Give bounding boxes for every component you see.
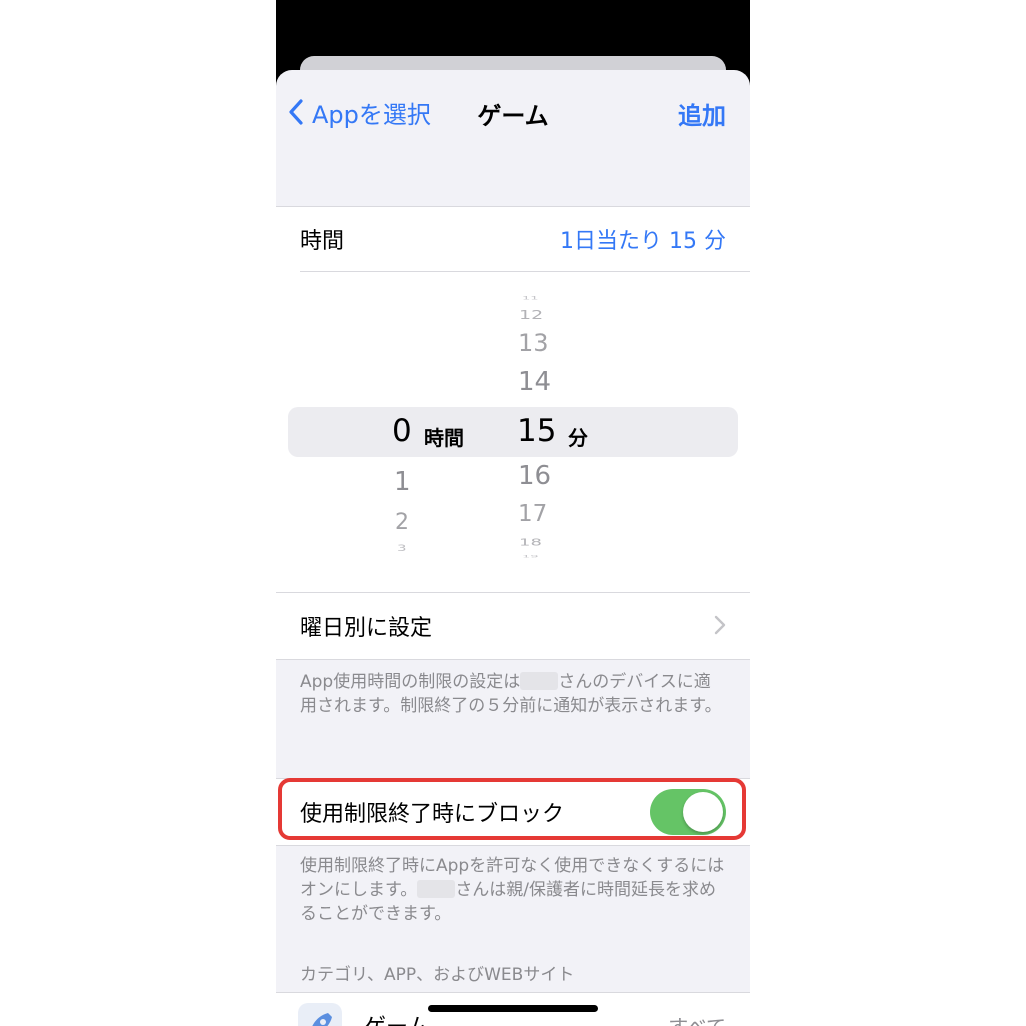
time-value: 1日当たり 15 分 bbox=[560, 229, 726, 254]
phone-screen: Appを選択 ゲーム 追加 時間 1日当たり 15 分 0 時間 1 2 3 1… bbox=[276, 0, 750, 1026]
minutes-value-selected[interactable]: 15 bbox=[517, 413, 556, 449]
weekday-label: 曜日別に設定 bbox=[300, 616, 433, 641]
limit-footnote: App使用時間の制限の設定は さんのデバイスに適用されます。制限終了の５分前に通知… bbox=[300, 670, 726, 718]
minutes-value[interactable]: 16 bbox=[518, 461, 551, 491]
minutes-value[interactable]: 18 bbox=[519, 537, 542, 549]
category-label: ゲーム bbox=[364, 1009, 429, 1026]
rocket-icon bbox=[298, 1003, 342, 1026]
time-picker[interactable]: 0 時間 1 2 3 11 12 13 14 15 分 16 17 18 19 bbox=[276, 271, 750, 591]
time-label: 時間 bbox=[300, 229, 345, 254]
minutes-value[interactable]: 17 bbox=[518, 501, 547, 527]
home-indicator[interactable] bbox=[428, 1005, 598, 1012]
redacted-name bbox=[417, 880, 456, 898]
category-section-header: カテゴリ、APP、およびWEBサイト bbox=[300, 965, 575, 985]
hours-value[interactable]: 3 bbox=[397, 543, 407, 554]
highlight-frame bbox=[278, 778, 746, 840]
minutes-unit: 分 bbox=[568, 426, 588, 450]
hours-value[interactable]: 1 bbox=[394, 467, 411, 497]
hours-value[interactable]: 2 bbox=[395, 510, 409, 535]
redacted-name bbox=[520, 672, 559, 690]
minutes-value[interactable]: 14 bbox=[518, 367, 551, 397]
time-row[interactable]: 時間 1日当たり 15 分 bbox=[276, 207, 750, 271]
hours-value-selected[interactable]: 0 bbox=[392, 413, 412, 449]
minutes-value[interactable]: 13 bbox=[518, 329, 549, 357]
weekday-row[interactable]: 曜日別に設定 bbox=[276, 593, 750, 659]
limit-note-part1: App使用時間の制限の設定は bbox=[300, 672, 521, 692]
minutes-value[interactable]: 11 bbox=[522, 296, 539, 301]
category-value: すべて bbox=[668, 1011, 726, 1026]
hours-unit: 時間 bbox=[424, 426, 464, 450]
block-footnote: 使用制限終了時にAppを許可なく使用できなくするにはオンにします。 さんは親/保護… bbox=[300, 854, 726, 926]
weekday-group: 曜日別に設定 bbox=[276, 592, 750, 660]
add-button[interactable]: 追加 bbox=[678, 96, 726, 131]
minutes-value[interactable]: 19 bbox=[522, 554, 539, 559]
app-limit-sheet: Appを選択 ゲーム 追加 時間 1日当たり 15 分 0 時間 1 2 3 1… bbox=[276, 70, 750, 1026]
time-group: 時間 1日当たり 15 分 0 時間 1 2 3 11 12 13 14 15 … bbox=[276, 206, 750, 594]
picker-selection-band bbox=[288, 407, 738, 457]
navigation-bar: Appを選択 ゲーム 追加 bbox=[276, 70, 750, 150]
minutes-value[interactable]: 12 bbox=[519, 308, 543, 322]
chevron-right-icon bbox=[714, 615, 726, 635]
